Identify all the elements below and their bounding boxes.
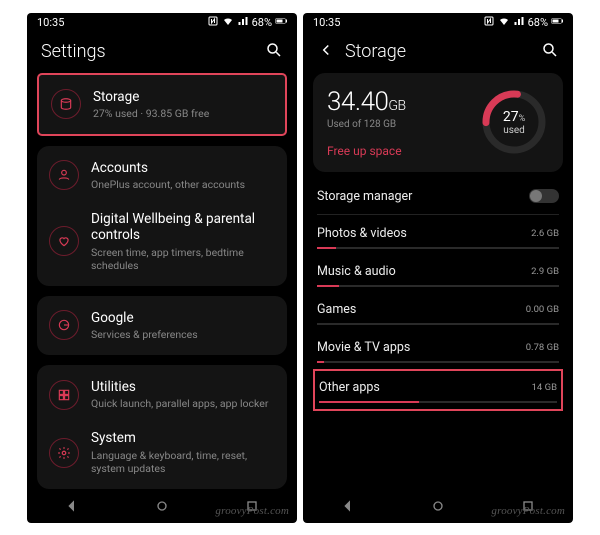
status-bar: 10:35 68%: [303, 13, 573, 33]
ring-label: used: [503, 125, 525, 136]
row-title: Storage: [93, 89, 273, 105]
row-sub: Quick launch, parallel apps, app locker: [91, 397, 275, 410]
settings-item-storage[interactable]: Storage 27% used · 93.85 GB free: [37, 73, 287, 136]
nav-bar: groovyPost.com: [303, 493, 573, 523]
wellbeing-icon: [49, 226, 79, 256]
search-icon[interactable]: [265, 41, 283, 63]
used-value: 34.40: [327, 87, 388, 117]
category-other-apps[interactable]: Other apps 14 GB: [313, 369, 563, 411]
status-bar: 10:35 68%: [27, 13, 297, 33]
nav-home-icon[interactable]: [430, 498, 446, 518]
clock: 10:35: [37, 16, 64, 29]
settings-group-accounts: Accounts OnePlus account, other accounts…: [37, 146, 287, 286]
storage-manager-row[interactable]: Storage manager: [317, 180, 559, 210]
battery-icon: [551, 15, 563, 30]
page-title: Storage: [345, 41, 406, 62]
progress-bar: [317, 285, 559, 287]
row-value: 2.9 GB: [531, 266, 559, 277]
back-icon[interactable]: [317, 41, 335, 63]
google-icon: [49, 310, 79, 340]
battery-icon: [275, 15, 287, 30]
progress-bar: [317, 247, 559, 249]
system-icon: [49, 438, 79, 468]
settings-group-google: Google Services & preferences: [37, 296, 287, 355]
nfc-icon: [207, 15, 219, 30]
phone-right: 10:35 68%: [303, 13, 573, 523]
row-title: Storage manager: [317, 189, 412, 204]
settings-item-wellbeing[interactable]: Digital Wellbeing & parental controls Sc…: [37, 201, 287, 282]
row-title: Photos & videos: [317, 226, 407, 241]
header: Settings: [27, 33, 297, 69]
progress-bar: [319, 401, 557, 403]
free-up-space-link[interactable]: Free up space: [327, 144, 469, 158]
divider: [317, 214, 559, 215]
row-sub: Screen time, app timers, bedtime schedul…: [91, 246, 275, 272]
nav-home-icon[interactable]: [154, 498, 170, 518]
nav-back-icon[interactable]: [64, 498, 80, 518]
row-value: 14 GB: [532, 382, 557, 393]
battery-pct: 68%: [252, 16, 272, 29]
storage-manager-toggle[interactable]: [529, 189, 559, 203]
page-title: Settings: [41, 41, 106, 62]
used-sub: Used of 128 GB: [327, 119, 469, 130]
watermark: groovyPost.com: [491, 505, 565, 517]
wifi-icon: [222, 15, 234, 30]
row-value: 0.78 GB: [526, 342, 559, 353]
row-title: Movie & TV apps: [317, 340, 410, 355]
row-title: Music & audio: [317, 264, 396, 279]
battery-pct: 68%: [528, 16, 548, 29]
ring-pct-unit: %: [519, 114, 526, 124]
watermark: groovyPost.com: [215, 505, 289, 517]
settings-item-system[interactable]: System Language & keyboard, time, reset,…: [37, 420, 287, 484]
category-movie[interactable]: Movie & TV apps 0.78 GB: [317, 331, 559, 369]
used-amount: 34.40GB: [327, 87, 469, 117]
row-title: Utilities: [91, 379, 275, 395]
signal-icon: [513, 15, 525, 30]
header: Storage: [303, 33, 573, 69]
row-value: 0.00 GB: [526, 304, 559, 315]
row-sub: OnePlus account, other accounts: [91, 178, 275, 191]
utilities-icon: [49, 380, 79, 410]
nav-back-icon[interactable]: [340, 498, 356, 518]
settings-item-accounts[interactable]: Accounts OnePlus account, other accounts: [37, 150, 287, 201]
row-value: 2.6 GB: [531, 228, 559, 239]
category-games[interactable]: Games 0.00 GB: [317, 293, 559, 331]
category-music[interactable]: Music & audio 2.9 GB: [317, 255, 559, 293]
ring-pct: 27: [503, 109, 519, 125]
accounts-icon: [49, 160, 79, 190]
signal-icon: [237, 15, 249, 30]
search-icon[interactable]: [541, 41, 559, 63]
row-title: Other apps: [319, 380, 380, 395]
nav-bar: groovyPost.com: [27, 493, 297, 523]
row-sub: 27% used · 93.85 GB free: [93, 107, 273, 120]
usage-ring: 27% used: [479, 87, 549, 157]
row-title: System: [91, 430, 275, 446]
progress-bar: [317, 323, 559, 325]
phone-left: 10:35 68% Settings: [27, 13, 297, 523]
storage-summary: 34.40GB Used of 128 GB Free up space 27%…: [313, 73, 563, 172]
row-title: Accounts: [91, 160, 275, 176]
row-sub: Services & preferences: [91, 328, 275, 341]
row-title: Digital Wellbeing & parental controls: [91, 211, 275, 243]
row-title: Games: [317, 302, 356, 317]
clock: 10:35: [313, 16, 340, 29]
wifi-icon: [498, 15, 510, 30]
used-unit: GB: [388, 98, 405, 114]
row-title: Google: [91, 310, 275, 326]
settings-item-utilities[interactable]: Utilities Quick launch, parallel apps, a…: [37, 369, 287, 420]
progress-bar: [317, 361, 559, 363]
settings-item-google[interactable]: Google Services & preferences: [37, 300, 287, 351]
nfc-icon: [483, 15, 495, 30]
storage-icon: [51, 89, 81, 119]
category-photos[interactable]: Photos & videos 2.6 GB: [317, 217, 559, 255]
settings-group-system: Utilities Quick launch, parallel apps, a…: [37, 365, 287, 489]
row-sub: Language & keyboard, time, reset, system…: [91, 449, 275, 475]
